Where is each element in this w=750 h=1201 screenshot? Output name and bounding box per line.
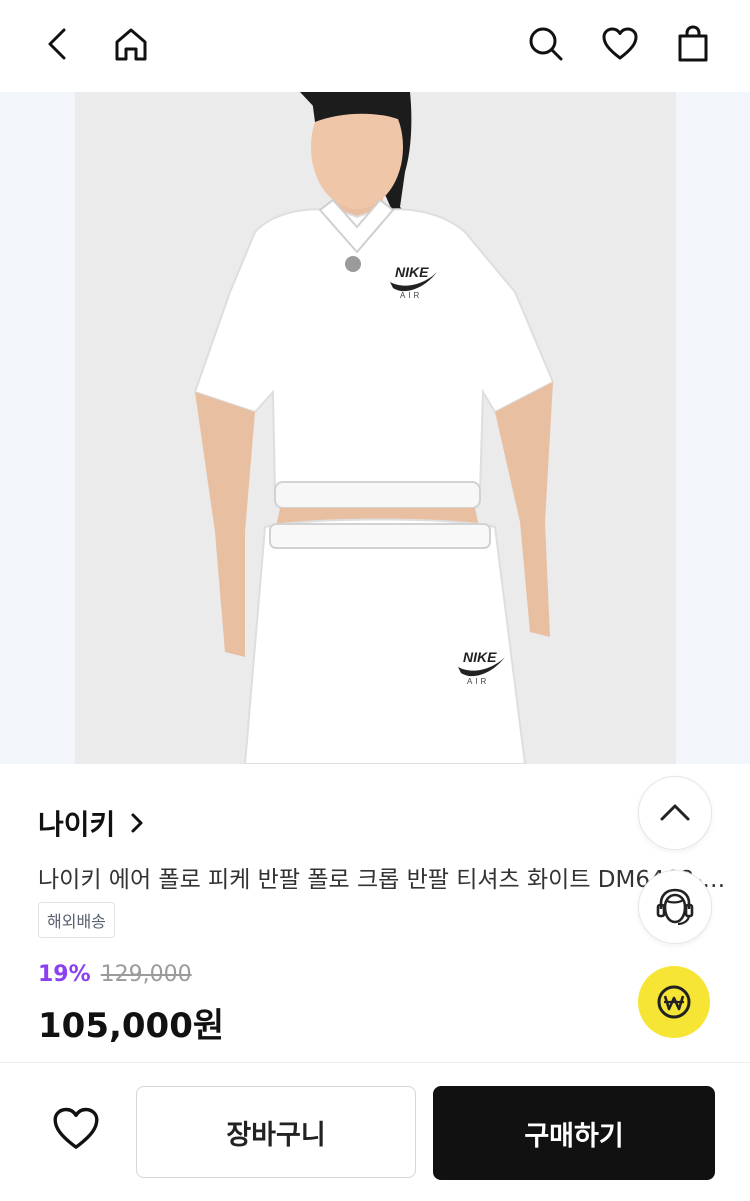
heart-icon[interactable] [596,20,644,68]
shopping-bag-icon[interactable] [669,20,717,68]
original-price: 129,000 [100,962,192,987]
chevron-right-icon [131,813,143,833]
back-icon[interactable] [34,20,82,68]
product-image-area: NIKE AIR NIKE AIR [0,92,750,764]
brand-link[interactable]: 나이키 [38,803,149,843]
buy-now-button[interactable]: 구매하기 [433,1086,715,1180]
svg-text:NIKE: NIKE [463,649,497,665]
svg-text:AIR: AIR [467,677,489,686]
discount-row: 19% 129,000 [38,962,192,987]
wishlist-button[interactable] [50,1103,102,1155]
shipping-badge: 해외배송 [38,902,115,938]
product-title: 나이키 에어 폴로 피케 반팔 폴로 크롭 반팔 티셔츠 화이트 DM6468-… [38,867,728,893]
svg-text:AIR: AIR [400,291,422,300]
search-icon[interactable] [522,20,570,68]
add-to-cart-button[interactable]: 장바구니 [136,1086,416,1178]
brand-name: 나이키 [38,808,116,841]
scroll-top-button[interactable] [638,776,712,850]
discount-rate: 19% [38,962,91,987]
price-coin-button[interactable] [638,966,710,1038]
home-icon[interactable] [107,20,155,68]
chevron-up-icon [660,804,690,821]
product-photo[interactable]: NIKE AIR NIKE AIR [75,92,676,764]
support-agent-icon [656,888,694,926]
svg-text:NIKE: NIKE [395,264,429,280]
top-navigation-bar [0,0,750,92]
bottom-action-bar: 장바구니 구매하기 [0,1062,750,1201]
customer-support-button[interactable] [638,870,712,944]
heart-icon [53,1107,99,1149]
won-coin-icon [657,985,691,1019]
sale-price: 105,000원 [38,1006,225,1046]
